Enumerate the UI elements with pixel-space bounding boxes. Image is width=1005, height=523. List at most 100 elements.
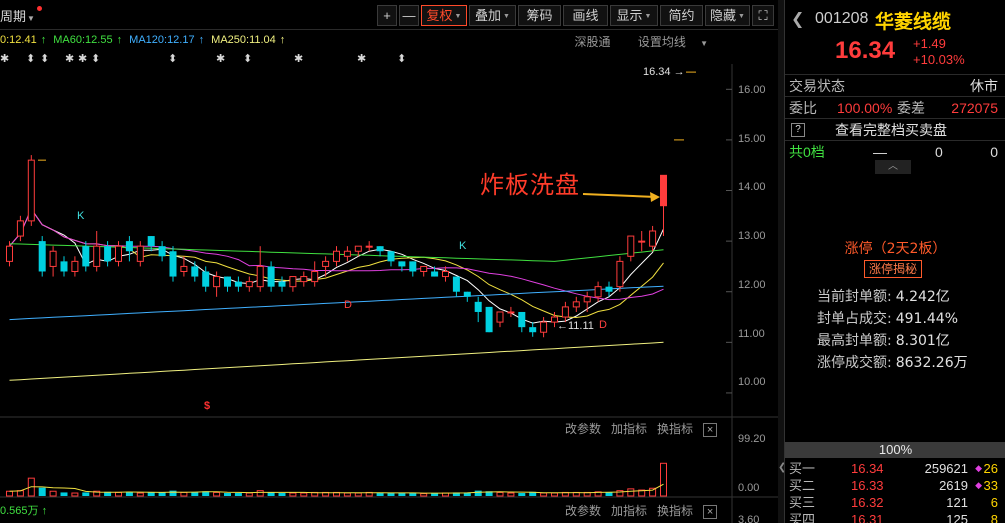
annotation-arrow [582,193,657,198]
volume-bar [605,492,613,496]
price-axis-label: 14.00 [738,181,766,193]
d-marker: D [344,299,352,311]
volume-bar [180,491,188,497]
candle-body [452,276,460,292]
stat-max-seal: 最高封单额: 8.301亿 [817,333,950,349]
candle-body [431,271,439,277]
stat-current-seal: 当前封单额: 4.242亿 [817,289,950,305]
candle-body [398,261,406,267]
candle-body [572,301,580,308]
candle-body [561,306,569,318]
volume-bar [507,492,515,497]
s-marker: $ [204,400,211,412]
price-change: +1.49 +10.03% [913,36,965,68]
volume-bar [213,491,221,497]
total-levels-v2: 0 [990,144,998,160]
limit-up-title: 涨停（2天2板） [844,241,947,257]
bid-row: 买三 16.32 121 6 [789,495,998,510]
candle-body [660,175,667,206]
change-params-button[interactable]: 改参数 [565,422,601,436]
volume-bar [169,490,177,496]
volume-bar [224,493,231,496]
candle-body [605,286,613,292]
volume-bar [6,490,13,497]
close-icon[interactable]: × [703,422,718,437]
bid-row: 买一 16.34 259621 ◆ 26 [789,461,998,476]
volume-bar [551,492,558,497]
price-axis-label: 10.00 [738,376,766,388]
limit-up-reveal-button[interactable]: 涨停揭秘 [864,260,922,278]
kline-chart-pane[interactable]: 周期▼ + — 复权 ▼ 叠加 ▼ 筹码 画线 显示 ▼ 简约 隐藏 ▼ ⛶ 0:12.41 ↑ MA60:… [0,0,778,523]
candle-body [104,246,112,262]
bid-row: 买二 16.33 2619 ◆ 33 [789,478,998,493]
switch-indicator-button[interactable]: 换指标 [657,422,693,436]
kline-svg[interactable] [0,0,778,523]
volume-bar [289,492,297,497]
commit-diff-value: 272075 [951,100,998,116]
candle-body [278,281,286,287]
candle-body [463,291,471,297]
candle-body [354,245,362,252]
candle-body [649,230,657,247]
volume-bar [191,492,199,496]
candle-body [627,235,635,257]
candle-body [638,240,646,243]
chart-annotation: 炸板洗盘 [480,171,580,199]
volume-bar [245,492,253,497]
volume-bar [627,488,635,497]
back-arrow-icon[interactable]: ❮ [791,9,804,29]
stock-code: 001208 [815,10,869,27]
candle-body [267,266,275,287]
add-indicator-button-2[interactable]: 加指标 [611,504,647,518]
candle-body [213,276,221,288]
expand-chevron-icon[interactable]: ︿ [875,160,911,174]
candle-body [409,261,417,272]
stock-name: 华菱线缆 [875,11,952,33]
price-axis-label: 11.00 [738,328,765,340]
candle-body [27,159,35,222]
candle-body [322,260,330,267]
price-axis-label: 13.00 [738,230,766,242]
candle-body [311,270,319,283]
volume-bar [71,492,79,497]
candle-body [256,265,264,288]
candle-body [147,236,155,247]
volume-bar [409,493,417,496]
arrow-up-icon: ↑ [41,505,48,517]
trade-status-value: 休市 [970,78,998,94]
annotation-arrowhead [650,192,660,202]
current-price-tag: 16.34 → [643,66,685,78]
volume-panel-header: 改参数 加指标 换指标 × [565,420,727,437]
volume-bar [540,492,548,497]
candle-body [474,301,482,312]
volume-footer: 0.565万 ↑ [0,505,48,517]
candle-body [115,245,122,262]
volume-bar [136,492,144,497]
d-marker: D [599,319,607,331]
change-params-button-2[interactable]: 改参数 [565,504,601,518]
volume-bar [38,487,46,496]
close-icon[interactable]: × [703,504,718,519]
candle-body [125,241,133,252]
candle-body [202,271,210,287]
volume-bar [300,492,308,497]
volume-bar [474,490,482,496]
help-icon[interactable]: ? [791,123,805,137]
total-levels-label: 共0档 [789,144,825,160]
candle-body [158,246,166,257]
full-book-row[interactable]: ? 查看完整档买卖盘 [785,118,1005,140]
full-book-link[interactable]: 查看完整档买卖盘 [835,119,947,141]
trade-status-row: 交易状态 休市 [785,74,1005,96]
switch-indicator-button-2[interactable]: 换指标 [657,504,693,518]
candle-body [616,260,624,288]
k-marker: K [459,240,467,252]
volume-bar [278,493,286,496]
volume-bar [147,492,155,496]
volume-bar [354,492,362,497]
low-price-tag: ←11.11 [557,320,594,332]
candle-body [485,306,493,333]
volume-bar [343,492,351,497]
add-indicator-button[interactable]: 加指标 [611,422,647,436]
candle-body [38,241,46,272]
candle-body [442,270,449,278]
